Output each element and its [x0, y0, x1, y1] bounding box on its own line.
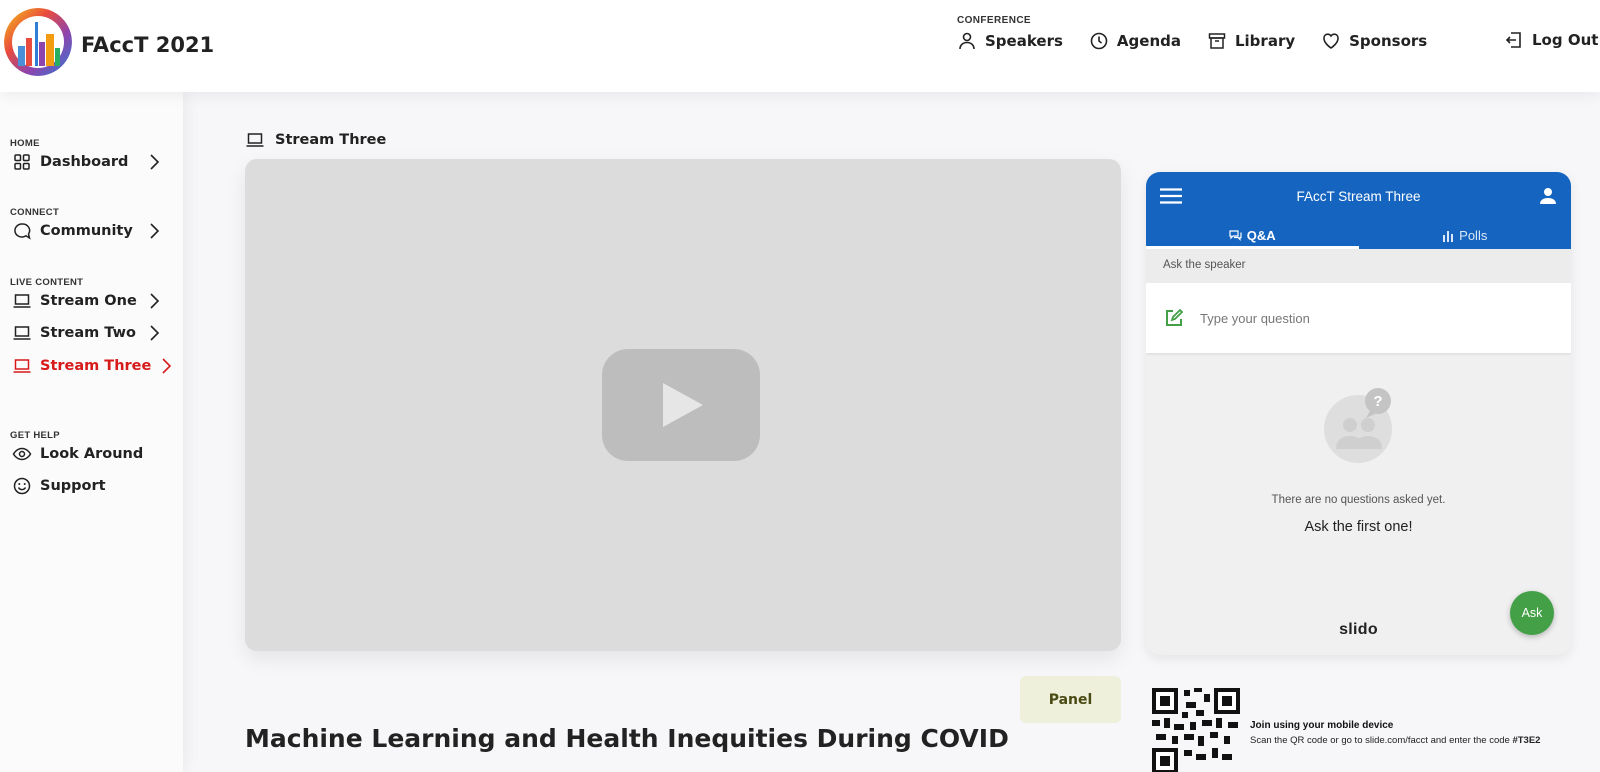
- sidebar-item-label: Stream Three: [40, 358, 152, 374]
- chevron-right-icon: [150, 325, 160, 341]
- stream-title: Stream Three: [275, 132, 387, 148]
- svg-text:?: ?: [1373, 393, 1382, 410]
- heart-icon: [1323, 33, 1339, 49]
- stream-heading: Stream Three: [245, 130, 386, 150]
- logout-label: Log Out: [1532, 31, 1599, 49]
- ask-speaker-label: Ask the speaker: [1146, 249, 1571, 283]
- nav-library[interactable]: Library: [1207, 31, 1295, 51]
- empty-state-text: There are no questions asked yet.: [1271, 494, 1446, 506]
- sidebar-item-stream-three[interactable]: Stream Three: [12, 354, 172, 378]
- section-connect: CONNECT: [10, 207, 60, 218]
- talk-title: Machine Learning and Health Inequities D…: [245, 724, 1009, 753]
- slido-event-title: FAccT Stream Three: [1296, 189, 1421, 204]
- section-live-content: LIVE CONTENT: [10, 277, 84, 288]
- play-icon: [663, 383, 703, 427]
- join-instructions: Scan the QR code or go to slide.com/facc…: [1250, 735, 1540, 746]
- sidebar-item-label: Stream One: [40, 293, 137, 309]
- laptop-icon: [13, 326, 31, 340]
- sidebar-item-support[interactable]: Support: [12, 474, 172, 498]
- chevron-right-icon: [150, 223, 160, 239]
- nav-agenda[interactable]: Agenda: [1089, 31, 1181, 51]
- qr-code: [1152, 688, 1240, 772]
- sidebar-item-dashboard[interactable]: Dashboard: [12, 150, 172, 174]
- slido-logo: slido: [1339, 621, 1378, 638]
- section-home: HOME: [10, 138, 40, 149]
- chevron-right-icon: [162, 358, 172, 374]
- sidebar-item-look-around[interactable]: Look Around: [12, 442, 172, 466]
- top-header: FAccT 2021 CONFERENCE Speakers Agenda Li…: [0, 0, 1600, 92]
- chevron-right-icon: [150, 293, 160, 309]
- logout-icon: [1505, 32, 1521, 48]
- eye-icon: [12, 447, 32, 461]
- no-questions-illustration: ?: [1324, 388, 1392, 463]
- section-get-help: GET HELP: [10, 430, 60, 441]
- smiley-icon: [13, 477, 31, 495]
- slido-widget: FAccT Stream Three Q&A Polls Ask the spe…: [1146, 172, 1571, 655]
- sidebar: HOME Dashboard CONNECT Community LIVE CO…: [0, 92, 183, 772]
- tab-label: Q&A: [1246, 228, 1276, 243]
- question-input[interactable]: Type your question: [1146, 283, 1571, 353]
- slido-tabs: Q&A Polls: [1146, 222, 1571, 249]
- join-title: Join using your mobile device: [1250, 720, 1394, 731]
- nav-speakers[interactable]: Speakers: [957, 31, 1063, 51]
- empty-state-cta: Ask the first one!: [1304, 519, 1413, 535]
- nav-label: Agenda: [1116, 32, 1181, 50]
- sidebar-item-stream-one[interactable]: Stream One: [12, 289, 172, 313]
- sidebar-item-label: Stream Two: [40, 325, 136, 341]
- sidebar-item-label: Support: [40, 478, 106, 494]
- nav-sponsors[interactable]: Sponsors: [1321, 31, 1427, 51]
- person-icon: [959, 32, 975, 50]
- sidebar-item-label: Community: [40, 223, 133, 239]
- chat-icon: [1229, 229, 1242, 241]
- laptop-icon: [13, 294, 31, 308]
- slido-header: FAccT Stream Three Q&A Polls: [1146, 172, 1571, 249]
- facct-logo[interactable]: [4, 8, 72, 76]
- conference-label: CONFERENCE: [957, 15, 1032, 26]
- laptop-icon: [13, 359, 31, 373]
- sidebar-item-label: Dashboard: [40, 154, 129, 170]
- nav-label: Speakers: [985, 32, 1063, 50]
- tab-label: Polls: [1459, 228, 1488, 243]
- nav-label: Sponsors: [1349, 32, 1428, 50]
- clock-icon: [1090, 32, 1108, 50]
- join-code: #T3E2: [1512, 735, 1541, 746]
- sidebar-item-community[interactable]: Community: [12, 219, 172, 243]
- tab-polls[interactable]: Polls: [1359, 222, 1572, 249]
- video-player[interactable]: [245, 159, 1121, 651]
- chat-bubble-icon: [14, 223, 31, 240]
- user-icon[interactable]: [1539, 187, 1557, 205]
- laptop-icon: [246, 133, 264, 147]
- sidebar-item-label: Look Around: [40, 446, 144, 462]
- panel-button[interactable]: Panel: [1020, 676, 1121, 723]
- compose-icon: [1166, 308, 1184, 326]
- chevron-right-icon: [150, 154, 160, 170]
- top-nav: Speakers Agenda Library Sponsors: [957, 31, 1427, 51]
- sidebar-item-stream-two[interactable]: Stream Two: [12, 321, 172, 345]
- bar-chart-icon: [1443, 230, 1454, 242]
- grid-icon: [14, 154, 30, 170]
- brand-title: FAccT 2021: [81, 33, 215, 57]
- tab-qa[interactable]: Q&A: [1146, 222, 1359, 249]
- logout-button[interactable]: Log Out: [1504, 30, 1598, 50]
- nav-label: Library: [1234, 32, 1296, 50]
- archive-icon: [1208, 33, 1226, 49]
- join-text: Scan the QR code or go to slide.com/facc…: [1250, 735, 1513, 746]
- play-button[interactable]: [602, 349, 760, 461]
- ask-button[interactable]: Ask: [1510, 591, 1554, 635]
- question-placeholder: Type your question: [1200, 310, 1310, 326]
